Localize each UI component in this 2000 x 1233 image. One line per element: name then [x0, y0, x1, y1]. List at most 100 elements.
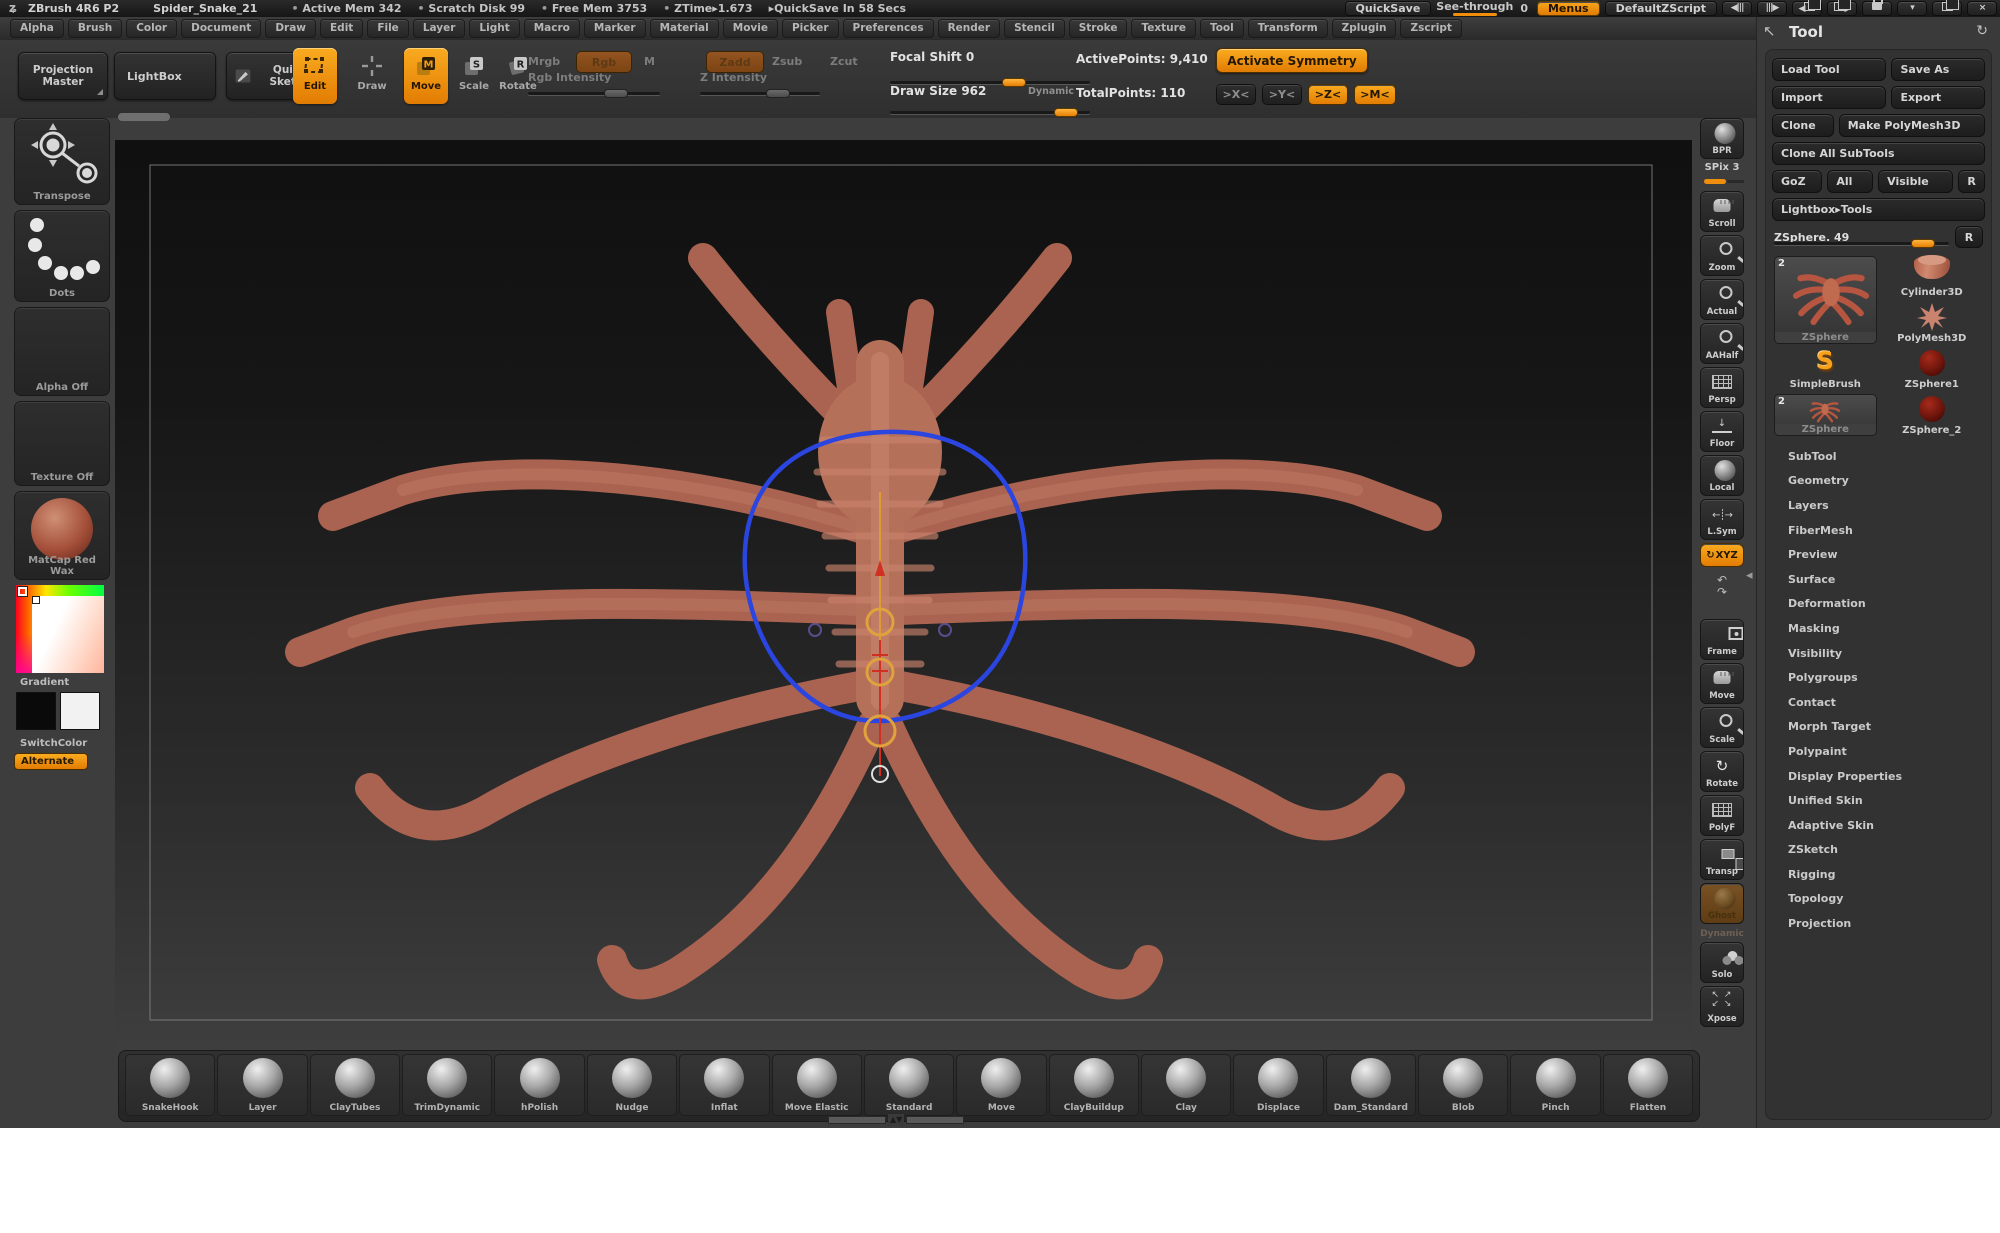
- section-subtool[interactable]: SubTool: [1772, 444, 1985, 469]
- section-contact[interactable]: Contact: [1772, 690, 1985, 715]
- activate-symmetry-button[interactable]: Activate Symmetry: [1216, 48, 1368, 73]
- draw-mode-button[interactable]: Draw: [350, 48, 394, 104]
- stroke-dots-tile[interactable]: Dots: [14, 210, 110, 302]
- zoom-button[interactable]: Zoom: [1700, 235, 1744, 276]
- xpose-button[interactable]: Xpose: [1700, 986, 1744, 1027]
- switchcolor-label[interactable]: SwitchColor: [20, 738, 110, 749]
- menu-item[interactable]: Material: [650, 19, 719, 38]
- section-layers[interactable]: Layers: [1772, 493, 1985, 518]
- save-as-button[interactable]: Save As: [1891, 58, 1985, 81]
- panel-collapse-arrow[interactable]: ◂: [1746, 568, 1753, 583]
- draw-size-slider[interactable]: [890, 111, 1090, 114]
- ghost-button[interactable]: Ghost: [1700, 883, 1744, 924]
- menu-item[interactable]: Light: [469, 19, 519, 38]
- brush-item[interactable]: hPolish: [494, 1054, 584, 1116]
- alternate-button[interactable]: Alternate: [14, 753, 88, 770]
- section-polypaint[interactable]: Polypaint: [1772, 739, 1985, 764]
- symmetry-z-button[interactable]: >Z<: [1308, 84, 1348, 105]
- see-through-slider[interactable]: [1453, 13, 1497, 16]
- local-pivot-button[interactable]: Local: [1700, 455, 1744, 496]
- actual-size-button[interactable]: Actual: [1700, 279, 1744, 320]
- menu-item[interactable]: Brush: [68, 19, 122, 38]
- quicksave-button[interactable]: QuickSave: [1345, 1, 1432, 16]
- menu-item[interactable]: File: [367, 19, 409, 38]
- panel-drag-arrow-icon[interactable]: ↖: [1763, 22, 1776, 40]
- section-preview[interactable]: Preview: [1772, 542, 1985, 567]
- menu-item[interactable]: Document: [181, 19, 261, 38]
- menu-item[interactable]: Zplugin: [1332, 19, 1397, 38]
- section-polygroups[interactable]: Polygroups: [1772, 665, 1985, 690]
- transpose-tile[interactable]: Transpose: [14, 118, 110, 205]
- brush-item[interactable]: Pinch: [1510, 1054, 1600, 1116]
- menu-item[interactable]: Macro: [524, 19, 580, 38]
- menu-item[interactable]: Stencil: [1004, 19, 1065, 38]
- goz-button[interactable]: GoZ: [1772, 170, 1822, 193]
- section-topology[interactable]: Topology: [1772, 887, 1985, 912]
- current-tool-thumbnail[interactable]: 2 ZSphere: [1774, 256, 1877, 344]
- xyz-rotation-button[interactable]: XYZ: [1700, 543, 1744, 567]
- brush-item[interactable]: Displace: [1233, 1054, 1323, 1116]
- symmetry-x-button[interactable]: >X<: [1216, 84, 1256, 105]
- main-color-swatch[interactable]: [16, 692, 56, 730]
- export-button[interactable]: Export: [1891, 86, 1985, 109]
- projection-master-button[interactable]: Projection Master: [18, 52, 108, 100]
- scroll-up-down-icons[interactable]: ▲▼: [888, 1114, 904, 1126]
- z-intensity-slider[interactable]: [700, 92, 820, 95]
- color-picker-inner[interactable]: [32, 596, 104, 673]
- menu-item[interactable]: Alpha: [10, 19, 64, 38]
- shrink-ui-icon[interactable]: ◀|||: [1722, 1, 1752, 16]
- alpha-tile[interactable]: Alpha Off: [14, 307, 110, 396]
- section-rigging[interactable]: Rigging: [1772, 862, 1985, 887]
- section-zsketch[interactable]: ZSketch: [1772, 838, 1985, 863]
- texture-tile[interactable]: Texture Off: [14, 401, 110, 486]
- tool-thumbnail[interactable]: PolyMesh3D: [1881, 302, 1984, 344]
- brush-item[interactable]: Clay: [1141, 1054, 1231, 1116]
- brush-item[interactable]: Dam_Standard: [1326, 1054, 1416, 1116]
- previous-layout-icon[interactable]: ◀: [1792, 1, 1822, 16]
- tool-thumbnail[interactable]: S SimpleBrush: [1774, 348, 1877, 390]
- menu-item[interactable]: Texture: [1131, 19, 1195, 38]
- dynamic-label[interactable]: Dynamic: [1700, 927, 1744, 939]
- minimize-button[interactable]: ▾: [1897, 1, 1927, 16]
- zsphere-slider[interactable]: ZSphere. 49 R: [1774, 226, 1983, 250]
- document-canvas[interactable]: [115, 140, 1692, 1050]
- section-masking[interactable]: Masking: [1772, 616, 1985, 641]
- goz-all-button[interactable]: All: [1827, 170, 1873, 193]
- goz-r-button[interactable]: R: [1958, 170, 1985, 193]
- tool-thumbnail[interactable]: ZSphere1: [1881, 348, 1984, 390]
- zsub-toggle[interactable]: Zsub: [772, 55, 802, 68]
- floor-button[interactable]: Floor: [1700, 411, 1744, 452]
- move-mode-button[interactable]: M Move: [404, 48, 448, 104]
- clone-button[interactable]: Clone: [1772, 114, 1834, 137]
- transparency-button[interactable]: Transp: [1700, 839, 1744, 880]
- menu-item[interactable]: Tool: [1200, 19, 1244, 38]
- brush-item[interactable]: Layer: [217, 1054, 307, 1116]
- brush-item[interactable]: ClayBuildup: [1049, 1054, 1139, 1116]
- restore-button[interactable]: [1932, 1, 1962, 16]
- rgb-intensity-slider[interactable]: [528, 92, 660, 95]
- default-zscript-button[interactable]: DefaultZScript: [1605, 1, 1717, 16]
- import-button[interactable]: Import: [1772, 86, 1886, 109]
- symmetry-m-button[interactable]: >M<: [1354, 84, 1396, 105]
- scale-mode-button[interactable]: S Scale: [452, 48, 496, 104]
- goz-visible-button[interactable]: Visible: [1878, 170, 1953, 193]
- menu-item[interactable]: Preferences: [843, 19, 934, 38]
- tool-thumbnail[interactable]: Cylinder3D: [1881, 256, 1984, 298]
- brush-item[interactable]: SnakeHook: [125, 1054, 215, 1116]
- clone-all-subtools-button[interactable]: Clone All SubTools: [1772, 142, 1985, 165]
- menu-item[interactable]: Picker: [782, 19, 839, 38]
- section-fibermesh[interactable]: FiberMesh: [1772, 518, 1985, 543]
- menus-button[interactable]: Menus: [1537, 1, 1600, 16]
- menu-item[interactable]: Render: [938, 19, 1001, 38]
- menu-item[interactable]: Color: [126, 19, 177, 38]
- section-surface[interactable]: Surface: [1772, 567, 1985, 592]
- section-display-properties[interactable]: Display Properties: [1772, 764, 1985, 789]
- make-polymesh3d-button[interactable]: Make PolyMesh3D: [1839, 114, 1985, 137]
- menu-item[interactable]: Movie: [723, 19, 778, 38]
- expand-ui-icon[interactable]: |||▶: [1757, 1, 1787, 16]
- spix-slider[interactable]: SPix 3: [1700, 162, 1744, 188]
- lightbox-button[interactable]: LightBox: [114, 52, 216, 100]
- scroll-button[interactable]: Scroll: [1700, 191, 1744, 232]
- shelf-divider-handle[interactable]: [118, 113, 170, 121]
- section-projection[interactable]: Projection: [1772, 911, 1985, 936]
